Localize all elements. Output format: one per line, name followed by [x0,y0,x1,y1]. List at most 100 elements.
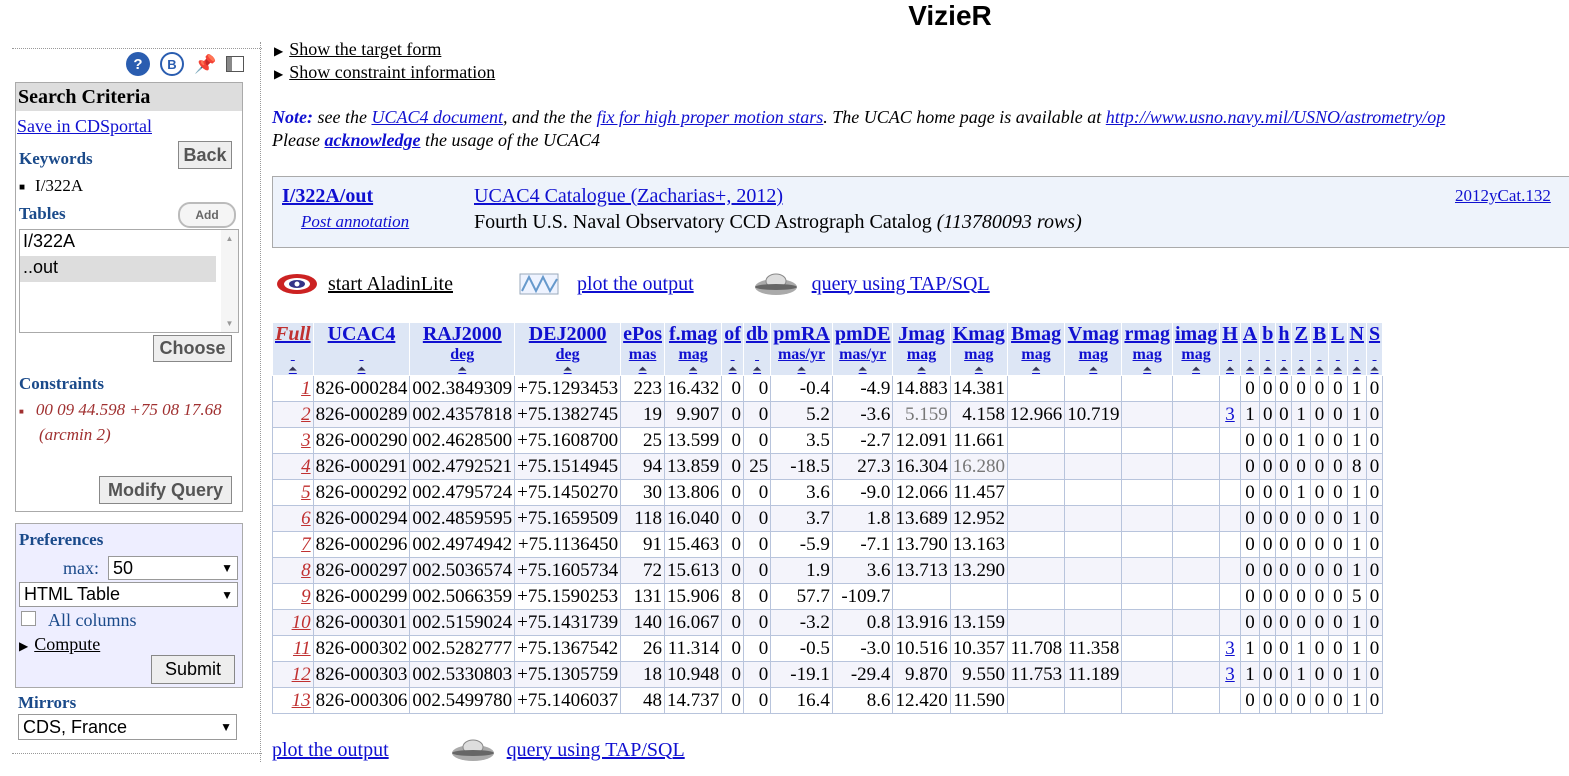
row-detail-link[interactable]: 9 [272,583,314,610]
bibcode-icon[interactable]: B [160,52,184,76]
column-name[interactable]: S [1369,323,1380,345]
bibcode-link[interactable]: 2012yCat.132 [1455,186,1551,206]
column-name[interactable]: b [1262,323,1273,345]
sort-icon[interactable]: ⏶ [517,364,618,375]
column-name[interactable]: A [1243,323,1257,345]
column-header-bmag[interactable]: Bmag mag ⏶ [1006,322,1066,376]
column-name[interactable]: Z [1294,323,1307,345]
tap-sql-link-bottom[interactable]: query using TAP/SQL [507,739,685,762]
tap-sql-link[interactable]: query using TAP/SQL [812,273,990,296]
sort-icon[interactable]: ⏶ [1278,364,1289,375]
sort-icon[interactable]: ⏶ [953,364,1005,375]
sort-icon[interactable]: ⏶ [1124,364,1170,375]
column-name[interactable]: DEJ2000 [529,323,607,345]
column-header-z[interactable]: Z ⏶ [1291,322,1311,376]
column-name[interactable]: h [1278,323,1289,345]
sort-icon[interactable]: ⏶ [1294,364,1307,375]
sort-icon[interactable]: ⏶ [412,364,512,375]
column-name[interactable]: Full [275,323,311,345]
column-header-a[interactable]: A ⏶ [1239,322,1261,376]
table-cell[interactable]: 3 [1219,401,1241,428]
plot-output-link[interactable]: plot the output [577,273,694,296]
column-header-full[interactable]: Full ⏶ [272,322,314,376]
column-header-l[interactable]: L ⏶ [1328,322,1348,376]
tap-sql-icon[interactable] [754,272,798,296]
column-name[interactable]: L [1331,323,1344,345]
start-aladinlite-link[interactable]: start AladinLite [328,273,453,296]
show-constraint-toggle[interactable]: ▶ Show constraint information [274,62,495,83]
sort-icon[interactable]: ⏶ [1262,364,1273,375]
submit-button[interactable]: Submit [151,655,235,684]
sort-icon[interactable]: ⏶ [667,364,719,375]
plot-output-link-bottom[interactable]: plot the output [272,739,389,762]
ucac4-document-link[interactable]: UCAC4 document [371,107,502,127]
column-name[interactable]: H [1222,323,1238,345]
column-name[interactable]: Kmag [953,323,1005,345]
sort-icon[interactable]: ⏶ [724,364,741,375]
column-name[interactable]: N [1350,323,1364,345]
output-format-select[interactable]: HTML Table ▼ [19,582,238,607]
ucac-homepage-link[interactable]: http://www.usno.navy.mil/USNO/astrometry… [1106,107,1446,127]
column-name[interactable]: ePos [623,323,662,345]
column-header-s[interactable]: S ⏶ [1365,322,1384,376]
add-table-button[interactable]: Add [178,202,236,228]
column-header-pmra[interactable]: pmRA mas/yr ⏶ [770,322,833,376]
column-header-jmag[interactable]: Jmag mag ⏶ [892,322,951,376]
column-header-pmde[interactable]: pmDE mas/yr ⏶ [831,322,894,376]
column-header-db[interactable]: db ⏶ [742,322,772,376]
column-name[interactable]: rmag [1124,323,1170,345]
aladin-icon[interactable] [276,271,318,297]
row-detail-link[interactable]: 1 [272,375,314,402]
sort-icon[interactable]: ⏶ [1243,364,1257,375]
plot-icon[interactable] [519,273,559,295]
table-cell[interactable]: 3 [1219,661,1241,688]
show-constraint-label[interactable]: Show constraint information [289,62,495,82]
sort-icon[interactable]: ⏶ [623,364,662,375]
column-header-b[interactable]: B ⏶ [1309,322,1330,376]
sort-icon[interactable]: ⏶ [746,364,768,375]
column-header-n[interactable]: N ⏶ [1346,322,1367,376]
scroll-down-icon[interactable]: ▼ [221,319,238,328]
fix-high-pm-link[interactable]: fix for high proper motion stars [596,107,823,127]
catalog-id-link[interactable]: I/322A/out [282,185,373,208]
column-name[interactable]: of [724,323,741,345]
column-name[interactable]: imag [1175,323,1217,345]
column-name[interactable]: Jmag [898,323,945,345]
column-header-vmag[interactable]: Vmag mag ⏶ [1064,322,1123,376]
column-name[interactable]: B [1313,323,1326,345]
sort-icon[interactable]: ⏶ [1350,364,1364,375]
column-name[interactable]: pmRA [773,323,830,345]
row-detail-link[interactable]: 7 [272,531,314,558]
column-name[interactable]: Vmag [1068,323,1119,345]
column-header-raj2000[interactable]: RAJ2000 deg ⏶ [409,322,516,376]
row-detail-link[interactable]: 8 [272,557,314,584]
column-name[interactable]: f.mag [669,323,717,345]
compute-label[interactable]: Compute [34,634,100,654]
column-header-f-mag[interactable]: f.mag mag ⏶ [664,322,723,376]
listbox-scrollbar[interactable]: ▲ ▼ [221,230,238,332]
save-cdsportal-link[interactable]: Save in CDSportal [17,116,152,137]
row-detail-link[interactable]: 10 [272,609,314,636]
column-header-kmag[interactable]: Kmag mag ⏶ [949,322,1008,376]
tap-sql-icon[interactable] [451,738,495,762]
column-name[interactable]: Bmag [1011,323,1061,345]
column-header-of[interactable]: of ⏶ [721,322,744,376]
table-option-selected[interactable]: ..out [20,256,216,282]
help-icon[interactable]: ? [126,52,150,76]
sort-icon[interactable]: ⏶ [1175,364,1217,375]
all-columns-checkbox[interactable] [21,611,36,626]
table-option[interactable]: I/322A [20,230,238,256]
column-header-rmag[interactable]: rmag mag ⏶ [1121,322,1173,376]
catalog-title-link[interactable]: UCAC4 Catalogue (Zacharias+, 2012) [474,185,783,208]
column-name[interactable]: pmDE [835,323,891,345]
post-annotation-link[interactable]: Post annotation [301,212,409,232]
row-detail-link[interactable]: 5 [272,479,314,506]
sort-icon[interactable]: ⏶ [835,364,891,375]
scroll-up-icon[interactable]: ▲ [221,234,238,243]
sort-icon[interactable]: ⏶ [1222,364,1238,375]
sort-icon[interactable]: ⏶ [1369,364,1380,375]
table-cell[interactable]: 3 [1219,635,1241,662]
sort-icon[interactable]: ⏶ [1067,364,1119,375]
back-button[interactable]: Back [178,141,232,169]
row-detail-link[interactable]: 13 [272,687,314,714]
